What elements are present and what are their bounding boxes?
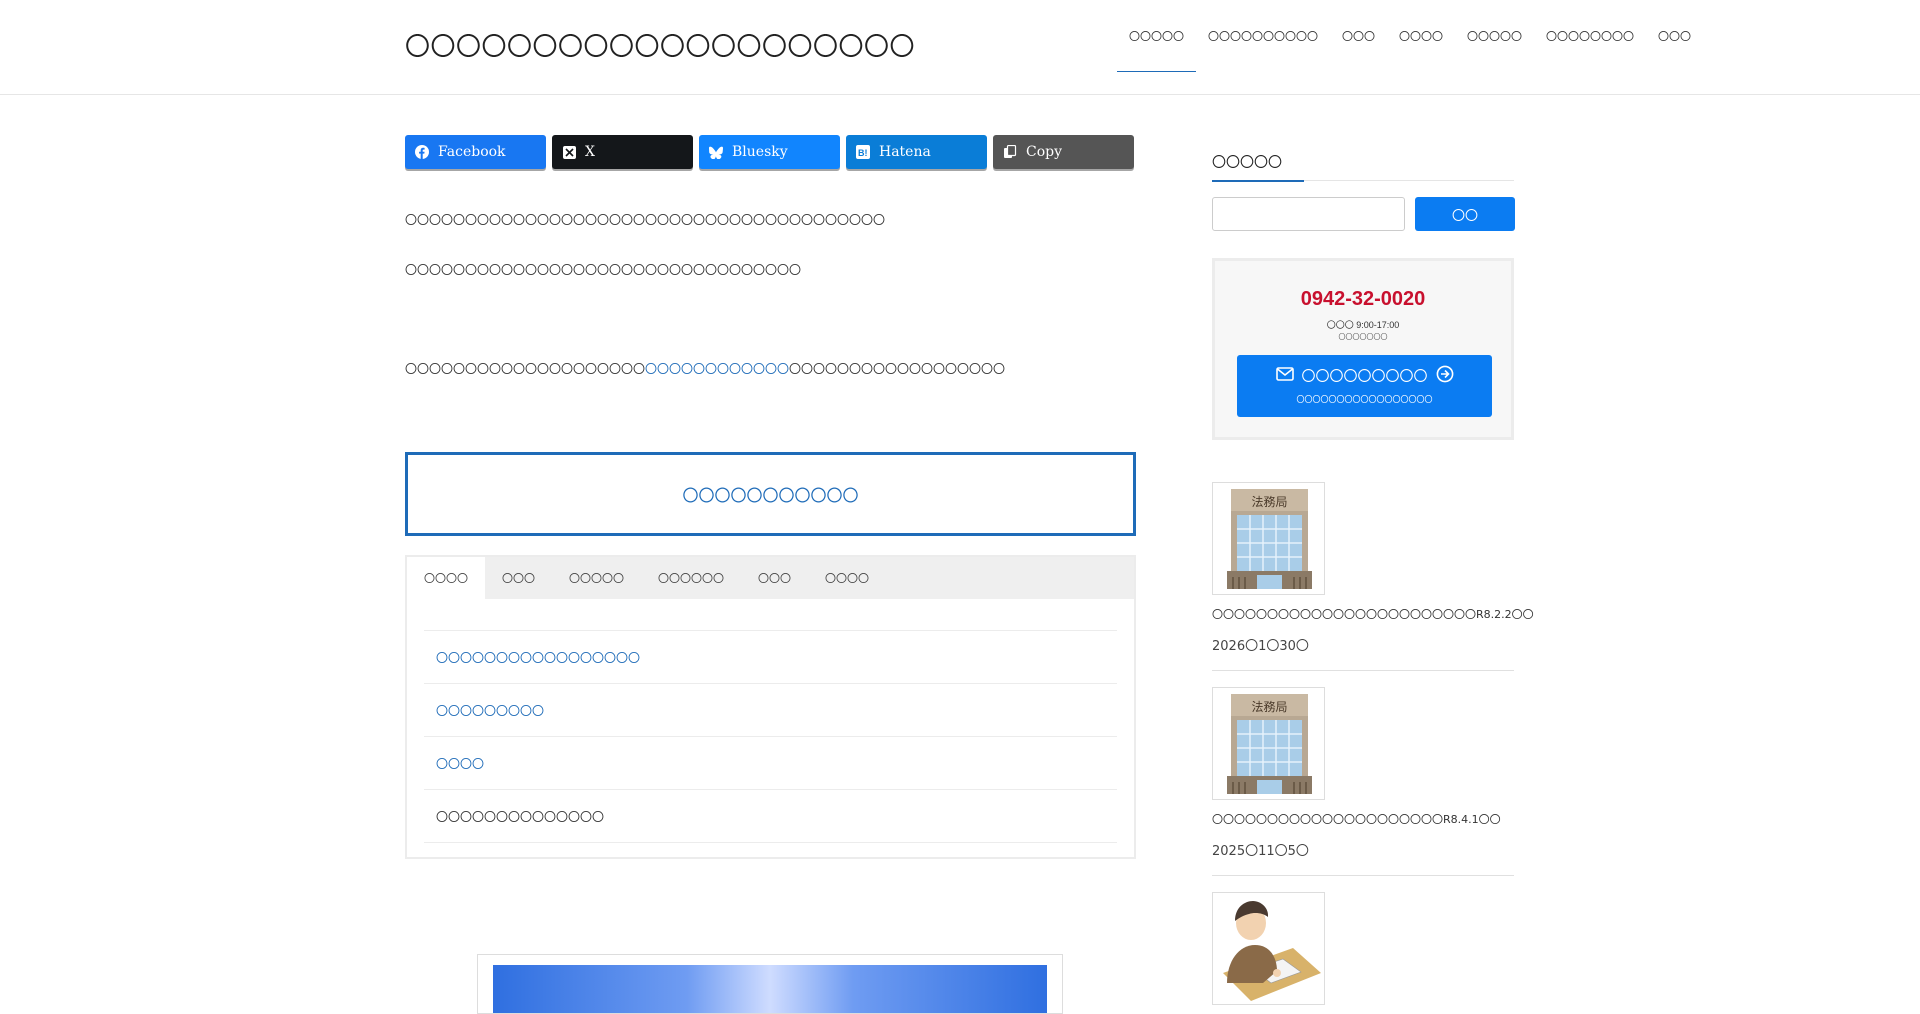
business-hours: 〇〇〇 9:00-17:00 [1326,320,1400,330]
search-widget-title: 〇〇〇〇〇 [1212,155,1282,171]
post-date: 2026〇1〇30〇 [1212,639,1309,654]
post-thumbnail[interactable] [1212,892,1325,1005]
share-bluesky-button[interactable]: Bluesky [699,135,840,169]
post-thumbnail[interactable]: 法務局 [1212,482,1325,595]
tab-4[interactable]: 〇〇〇〇〇〇 [641,557,741,599]
tab-bar: 〇〇〇〇 〇〇〇 〇〇〇〇〇 〇〇〇〇〇〇 〇〇〇 〇〇〇〇 [407,557,1134,599]
contact-button-row: 〇〇〇〇〇〇〇〇〇 [1237,365,1492,387]
divider-accent [1212,180,1304,182]
tab-6[interactable]: 〇〇〇〇 [808,557,886,599]
paragraph-3-after: 〇〇〇〇〇〇〇〇〇〇〇〇〇〇〇〇〇〇 [789,362,1006,376]
nav-item-7[interactable]: 〇〇〇 [1646,0,1703,72]
thumbnail-label: 法務局 [1251,495,1287,509]
contact-button-sub: 〇〇〇〇〇〇〇〇〇〇〇〇〇〇〇〇〇 [1296,395,1433,404]
site-header: 〇〇〇〇〇〇〇〇〇〇〇〇〇〇〇〇〇〇〇〇 〇〇〇〇〇 〇〇〇〇〇〇〇〇〇〇 〇〇… [0,0,1920,95]
tab-list-item[interactable]: 〇〇〇〇〇〇〇〇〇 [424,683,1117,736]
search-input[interactable] [1212,197,1405,231]
nav-item-5[interactable]: 〇〇〇〇〇 [1455,0,1534,72]
share-copy-label: Copy [1026,144,1063,160]
divider [1212,875,1514,876]
share-buttons: Facebook X Bluesky B! Hatena Copy [405,135,1134,169]
paragraph-2: 〇〇〇〇〇〇〇〇〇〇〇〇〇〇〇〇〇〇〇〇〇〇〇〇〇〇〇〇〇〇〇〇〇 [405,263,802,277]
share-bluesky-label: Bluesky [732,144,788,160]
post-title[interactable]: 〇〇〇〇〇〇〇〇〇〇〇〇〇〇〇〇〇〇〇〇〇R8.4.1〇〇 [1212,811,1501,827]
nav-item-2[interactable]: 〇〇〇〇〇〇〇〇〇〇 [1196,0,1330,72]
mail-icon [1275,367,1294,385]
share-hatena-button[interactable]: B! Hatena [846,135,987,169]
tab-list-item[interactable]: 〇〇〇〇 [424,736,1117,789]
banner-image[interactable] [477,954,1063,1014]
search-button[interactable]: 〇〇 [1415,197,1515,231]
nav-item-3[interactable]: 〇〇〇 [1330,0,1387,72]
facebook-icon [415,145,429,159]
paragraph-1: 〇〇〇〇〇〇〇〇〇〇〇〇〇〇〇〇〇〇〇〇〇〇〇〇〇〇〇〇〇〇〇〇〇〇〇〇〇〇〇〇 [405,213,886,227]
post-thumbnail[interactable]: 法務局 [1212,687,1325,800]
hours-note: 〇〇〇〇〇〇〇 [1338,333,1388,341]
paragraph-3: 〇〇〇〇〇〇〇〇〇〇〇〇〇〇〇〇〇〇〇〇〇〇〇〇〇〇〇〇〇〇〇〇〇〇〇〇〇〇〇〇… [405,360,1005,377]
tab-1[interactable]: 〇〇〇〇 [407,557,485,599]
nav-item-6[interactable]: 〇〇〇〇〇〇〇〇 [1534,0,1646,72]
share-facebook-button[interactable]: Facebook [405,135,546,169]
contact-form-button[interactable]: 〇〇〇〇〇〇〇〇〇 〇〇〇〇〇〇〇〇〇〇〇〇〇〇〇〇〇 [1237,355,1492,417]
tab-3[interactable]: 〇〇〇〇〇 [552,557,641,599]
building-icon: 法務局 [1227,489,1312,589]
post-date: 2025〇11〇5〇 [1212,844,1309,859]
share-x-label: X [585,144,595,160]
paragraph-3-before: 〇〇〇〇〇〇〇〇〇〇〇〇〇〇〇〇〇〇〇〇 [405,362,646,376]
nav-item-home[interactable]: 〇〇〇〇〇 [1117,0,1196,72]
share-copy-button[interactable]: Copy [993,135,1134,169]
thumbnail-label: 法務局 [1251,700,1287,714]
copy-icon [1003,145,1017,159]
banner-gradient [493,965,1047,1013]
tab-2[interactable]: 〇〇〇 [485,557,552,599]
section-title-box: 〇〇〇〇〇〇〇〇〇〇〇 [405,452,1136,536]
post-title[interactable]: 〇〇〇〇〇〇〇〇〇〇〇〇〇〇〇〇〇〇〇〇〇〇〇〇R8.2.2〇〇 [1212,606,1534,622]
global-nav: 〇〇〇〇〇 〇〇〇〇〇〇〇〇〇〇 〇〇〇 〇〇〇〇 〇〇〇〇〇 〇〇〇〇〇〇〇〇… [1117,0,1703,72]
share-x-button[interactable]: X [552,135,693,169]
building-icon: 法務局 [1227,694,1312,794]
nav-item-4[interactable]: 〇〇〇〇 [1387,0,1455,72]
divider [1212,670,1514,671]
svg-text:B!: B! [858,148,868,158]
hatena-icon: B! [856,145,870,159]
tab-panel: 〇〇〇〇 〇〇〇 〇〇〇〇〇 〇〇〇〇〇〇 〇〇〇 〇〇〇〇 〇〇〇〇〇〇〇〇〇… [405,555,1136,859]
share-hatena-label: Hatena [879,144,931,160]
site-title[interactable]: 〇〇〇〇〇〇〇〇〇〇〇〇〇〇〇〇〇〇〇〇 [405,27,915,63]
share-facebook-label: Facebook [438,144,506,160]
tab-list-item: 〇〇〇〇〇〇〇〇〇〇〇〇〇〇 [424,789,1117,843]
person-writing-icon [1223,901,1321,1001]
bluesky-icon [709,145,723,159]
phone-number[interactable]: 0942-32-0020 [1215,288,1511,311]
arrow-right-circle-icon [1436,365,1454,387]
tab-list-item[interactable]: 〇〇〇〇〇〇〇〇〇〇〇〇〇〇〇〇〇 [424,630,1117,683]
tab-5[interactable]: 〇〇〇 [741,557,808,599]
inline-link[interactable]: 〇〇〇〇〇〇〇〇〇〇〇〇 [645,362,789,376]
x-icon [562,145,576,159]
contact-box: 0942-32-0020 〇〇〇 9:00-17:00 〇〇〇〇〇〇〇 〇〇〇〇… [1212,258,1514,440]
tab-content-list: 〇〇〇〇〇〇〇〇〇〇〇〇〇〇〇〇〇 〇〇〇〇〇〇〇〇〇 〇〇〇〇 〇〇〇〇〇〇〇… [424,630,1117,843]
contact-button-label: 〇〇〇〇〇〇〇〇〇 [1301,369,1428,385]
